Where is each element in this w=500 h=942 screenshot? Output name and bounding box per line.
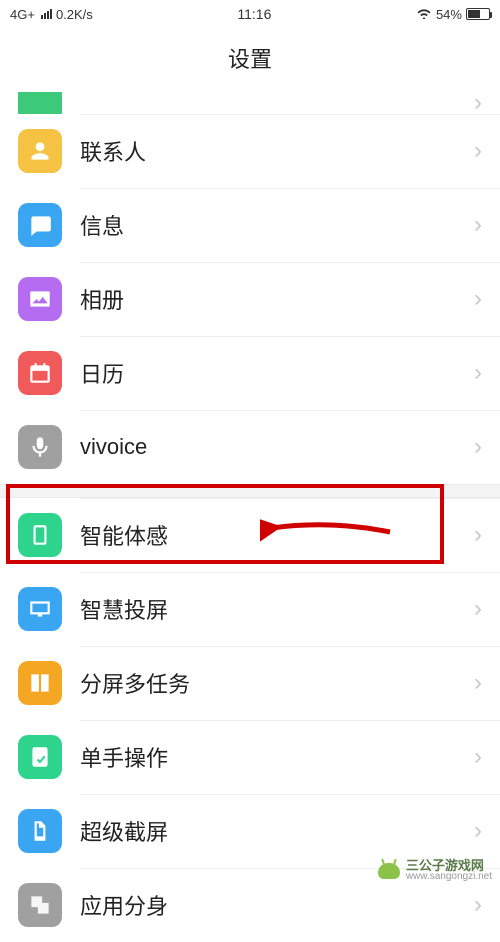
chevron-right-icon: › (474, 817, 482, 845)
chevron-right-icon: › (474, 285, 482, 313)
chevron-right-icon: › (474, 433, 482, 461)
chevron-right-icon: › (474, 669, 482, 697)
signal-icon (41, 9, 52, 19)
list-item-smart-motion[interactable]: 智能体感 › (0, 498, 500, 572)
list-item-smart-cast[interactable]: 智慧投屏 › (0, 572, 500, 646)
item-label: 应用分身 (80, 889, 474, 921)
list-item[interactable]: › (0, 92, 500, 114)
one-handed-icon (18, 735, 62, 779)
app-icon (18, 92, 62, 114)
chevron-right-icon: › (474, 595, 482, 623)
microphone-icon (18, 425, 62, 469)
item-label: 联系人 (80, 135, 474, 167)
battery-percent: 54% (436, 7, 462, 22)
wifi-icon (416, 7, 432, 22)
watermark: 三公子游戏网 www.sangongzi.net (378, 859, 492, 882)
item-label: 单手操作 (80, 741, 474, 773)
status-right: 54% (416, 7, 490, 22)
item-label: 相册 (80, 283, 474, 315)
chevron-right-icon: › (474, 743, 482, 771)
item-label: 智能体感 (80, 519, 474, 551)
cast-icon (18, 587, 62, 631)
item-label: 智慧投屏 (80, 593, 474, 625)
calendar-icon (18, 351, 62, 395)
chevron-right-icon: › (474, 211, 482, 239)
chevron-right-icon: › (474, 891, 482, 919)
section-separator (0, 484, 500, 498)
network-type: 4G+ (10, 7, 35, 22)
data-speed: 0.2K/s (56, 7, 93, 22)
list-item-messages[interactable]: 信息 › (0, 188, 500, 262)
gallery-icon (18, 277, 62, 321)
screenshot-icon (18, 809, 62, 853)
item-label: 超级截屏 (80, 815, 474, 847)
battery-icon (466, 8, 490, 20)
item-label: 日历 (80, 357, 474, 389)
chevron-right-icon: › (474, 92, 482, 114)
list-item-gallery[interactable]: 相册 › (0, 262, 500, 336)
item-label: 分屏多任务 (80, 667, 474, 699)
chevron-right-icon: › (474, 521, 482, 549)
settings-list: › 联系人 › 信息 › 相册 › 日历 › vivoice › (0, 92, 500, 942)
list-item-one-handed[interactable]: 单手操作 › (0, 720, 500, 794)
list-item-split-screen[interactable]: 分屏多任务 › (0, 646, 500, 720)
android-logo-icon (378, 863, 400, 879)
chevron-right-icon: › (474, 137, 482, 165)
item-label: vivoice (80, 434, 474, 460)
item-label: 信息 (80, 209, 474, 241)
list-item-super-screenshot[interactable]: 超级截屏 › (0, 794, 500, 868)
page-title: 设置 (0, 28, 500, 92)
contacts-icon (18, 129, 62, 173)
chevron-right-icon: › (474, 359, 482, 387)
status-bar: 4G+ 0.2K/s 11:16 54% (0, 0, 500, 28)
app-clone-icon (18, 883, 62, 927)
watermark-url: www.sangongzi.net (406, 872, 492, 882)
message-icon (18, 203, 62, 247)
list-item-calendar[interactable]: 日历 › (0, 336, 500, 410)
status-left: 4G+ 0.2K/s (10, 7, 93, 22)
list-item-vivoice[interactable]: vivoice › (0, 410, 500, 484)
split-screen-icon (18, 661, 62, 705)
smart-motion-icon (18, 513, 62, 557)
list-item-contacts[interactable]: 联系人 › (0, 114, 500, 188)
clock: 11:16 (237, 6, 271, 22)
